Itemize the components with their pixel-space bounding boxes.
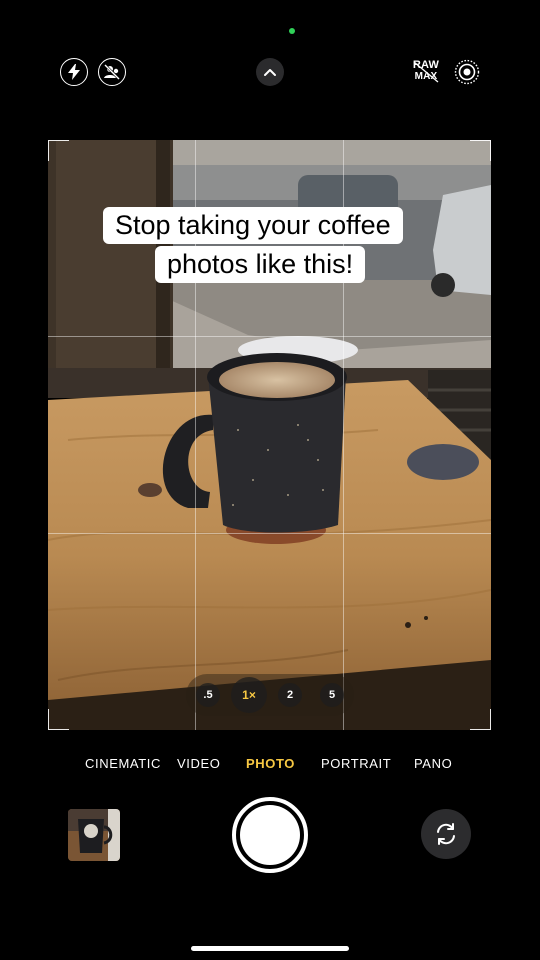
- mode-video[interactable]: VIDEO: [177, 756, 220, 771]
- live-photo-button[interactable]: [453, 58, 481, 86]
- zoom-option-0.5[interactable]: .5: [196, 683, 220, 707]
- thumbnail-image: [68, 809, 120, 861]
- mode-cinematic[interactable]: CINEMATIC: [85, 756, 161, 771]
- zoom-option-1x[interactable]: 1×: [231, 677, 267, 713]
- live-photo-icon: [454, 59, 480, 85]
- expand-controls-button[interactable]: [256, 58, 284, 86]
- mode-portrait[interactable]: PORTRAIT: [321, 756, 391, 771]
- raw-max-badge[interactable]: RAW MAX: [408, 60, 444, 83]
- frame-corner: [48, 140, 69, 161]
- chevron-up-icon: [264, 69, 276, 76]
- frame-corner: [470, 709, 491, 730]
- caption-line-1: Stop taking your coffee: [103, 207, 403, 244]
- live-photo-off-button[interactable]: [98, 58, 126, 86]
- photo-thumbnail[interactable]: [68, 809, 120, 861]
- frame-corner: [470, 140, 491, 161]
- flash-icon: [68, 64, 80, 80]
- live-photo-off-icon: [104, 64, 120, 80]
- mode-photo[interactable]: PHOTO: [246, 756, 295, 771]
- raw-strike: [413, 61, 439, 83]
- flip-camera-button[interactable]: [421, 809, 471, 859]
- caption-line-2: photos like this!: [155, 246, 366, 283]
- camera-indicator-dot: [289, 28, 295, 34]
- grid-line: [48, 533, 491, 534]
- grid-line: [48, 336, 491, 337]
- zoom-option-2[interactable]: 2: [278, 683, 302, 707]
- mode-pano[interactable]: PANO: [414, 756, 452, 771]
- zoom-option-5[interactable]: 5: [320, 683, 344, 707]
- mode-selector: CINEMATIC VIDEO PHOTO PORTRAIT PANO: [0, 756, 540, 776]
- frame-corner: [48, 709, 69, 730]
- home-indicator: [191, 946, 349, 951]
- shutter-button-inner[interactable]: [240, 805, 300, 865]
- flash-button[interactable]: [60, 58, 88, 86]
- flip-camera-icon: [437, 823, 455, 845]
